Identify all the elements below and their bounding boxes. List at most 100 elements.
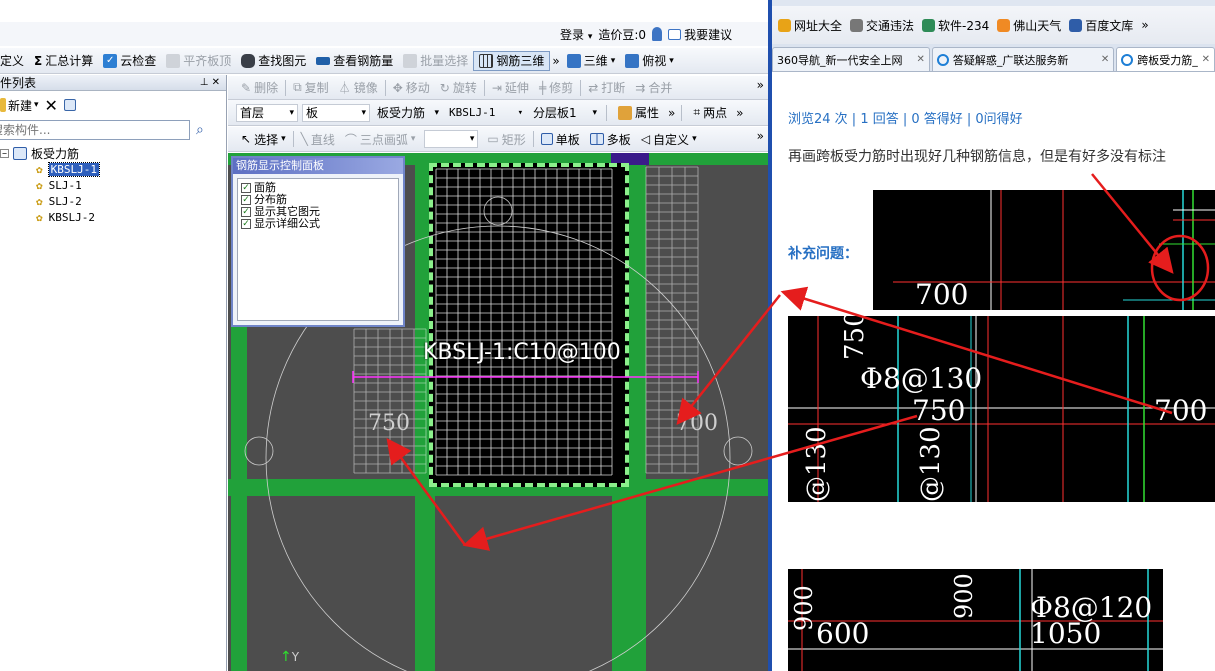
flat-top-button[interactable]: 平齐板顶 [161, 48, 236, 73]
summary-button[interactable]: Σ 汇总计算 [29, 48, 98, 73]
new-button[interactable]: 新建 ▾ [0, 97, 39, 114]
rotate-button[interactable]: ↻ 旋转 [435, 76, 482, 99]
view-3d-dropdown[interactable]: 三维 ▾ [562, 48, 621, 73]
close-icon[interactable]: ✕ [1202, 54, 1210, 65]
tab-favicon-icon [936, 53, 949, 66]
collapse-icon[interactable]: − [0, 148, 9, 158]
dim-right-label: 700 [676, 411, 718, 436]
drawing-canvas[interactable]: KBSLJ-1:C10@100 750 700 ↑Y 钢筋显示控制面板 ✓ 面筋 ✓… [228, 153, 770, 671]
merge-icon: ⇉ [635, 80, 646, 95]
multi-board-icon [589, 133, 604, 145]
more-chevron[interactable]: » [736, 106, 743, 120]
top-status-bar: 登录 ▾ 造价豆:0 我要建议 [0, 22, 770, 46]
bookmark-link[interactable]: 百度文库 [1069, 17, 1133, 34]
cost-beans: 造价豆:0 [598, 27, 647, 42]
browser-tab[interactable]: 跨板受力筋_广✕ [1116, 47, 1215, 71]
close-icon[interactable]: ✕ [1101, 54, 1109, 65]
select-button[interactable]: ↖ 选择 ▾ [236, 127, 291, 151]
rebar-display-panel: 钢筋显示控制面板 ✓ 面筋 ✓ 分布筋 ✓ 显示其它图元 ✓ 显示详细公式 [231, 156, 405, 327]
three-point-arc-button[interactable]: ⌒ 三点画弧 ▾ [340, 127, 421, 151]
copy-button[interactable]: ⧉ 复制 [288, 76, 334, 99]
gear-icon: ✿ [36, 210, 43, 224]
delete-icon[interactable]: ✕ [45, 96, 58, 115]
trim-button[interactable]: ╪ 修剪 [534, 76, 578, 99]
two-points-button[interactable]: ⌗ 两点 [688, 100, 732, 125]
mirror-icon: ⏃ [338, 81, 351, 95]
find-element-button[interactable]: 查找图元 [236, 48, 311, 73]
search-icon[interactable]: ⌕ [196, 122, 204, 138]
type-select[interactable]: 板受力筋 ▾ [374, 104, 442, 122]
options-box: ✓ 面筋 ✓ 分布筋 ✓ 显示其它图元 ✓ 显示详细公式 [237, 178, 399, 321]
properties-button[interactable]: 属性 [613, 100, 664, 125]
tree-item[interactable]: ✿ KBSLJ-1 [0, 161, 226, 177]
top-view-dropdown[interactable]: 俯视 ▾ [620, 48, 679, 73]
line-button[interactable]: ╲ 直线 [296, 127, 340, 151]
view-rebar-button[interactable]: 查看钢筋量 [311, 48, 398, 73]
batch-select-button[interactable]: 批量选择 [398, 48, 473, 73]
rebar-grid-middle [435, 168, 613, 476]
login-dropdown[interactable]: 登录 ▾ [560, 26, 592, 43]
delete-button[interactable]: ✎ 删除 [236, 76, 283, 99]
cad-dim-700: 700 [915, 278, 969, 310]
more-chevron[interactable]: » [550, 48, 561, 73]
rect-icon: ▭ [487, 132, 499, 146]
check-icon: ✓ [103, 53, 118, 68]
arc-param-select[interactable]: ▾ [424, 130, 479, 148]
flat-top-icon [166, 53, 181, 68]
cloud-check-button[interactable]: ✓ 云检查 [98, 48, 161, 73]
mirror-button[interactable]: ⏃ 镜像 [334, 76, 383, 99]
tree-root[interactable]: − 板受力筋 [0, 145, 226, 161]
define-button[interactable]: 定义 [0, 48, 29, 73]
checkbox-checked-icon[interactable]: ✓ [241, 195, 251, 205]
more-chevron[interactable]: » [757, 129, 764, 143]
copy-icon[interactable] [63, 99, 76, 111]
feedback-button[interactable]: 我要建议 [668, 22, 732, 46]
category-select[interactable]: 板 ▾ [302, 103, 370, 122]
y-axis-icon: ↑Y [280, 649, 300, 665]
pin-icon[interactable]: ⊥ ✕ [200, 77, 220, 88]
rebar-option[interactable]: ✓ 显示详细公式 [241, 218, 395, 230]
multi-board-button[interactable]: 多板 [585, 127, 636, 151]
line-icon: ╲ [300, 132, 308, 146]
search-input[interactable] [0, 120, 190, 140]
bookmark-icon [1069, 18, 1083, 32]
element-select[interactable]: KBSLJ-1 ▾ [446, 104, 526, 122]
single-board-button[interactable]: 单板 [536, 127, 585, 151]
merge-button[interactable]: ⇉ 合并 [630, 76, 677, 99]
extend-icon: ⇥ [491, 80, 502, 95]
checkbox-checked-icon[interactable]: ✓ [241, 207, 251, 217]
bookmark-link[interactable]: 软件-234 [922, 17, 989, 34]
floor-select[interactable]: 首层 ▾ [236, 103, 298, 122]
gear-icon: ✿ [36, 162, 43, 176]
break-button[interactable]: ⇄ 打断 [583, 76, 630, 99]
browser-tab[interactable]: 答疑解惑_广联达服务新 ✕ [931, 47, 1115, 71]
binoculars-icon [241, 53, 256, 68]
supplement-heading: 补充问题： [788, 246, 858, 262]
custom-button[interactable]: ◁ 自定义 ▾ [636, 127, 702, 151]
properties-icon [618, 105, 632, 120]
extend-button[interactable]: ⇥ 延伸 [487, 76, 534, 99]
checkbox-checked-icon[interactable]: ✓ [241, 219, 251, 229]
rect-button[interactable]: ▭ 矩形 [482, 127, 530, 151]
browser-tab[interactable]: 360导航_新一代安全上网 ✕ [772, 47, 930, 71]
tree-item[interactable]: ✿ KBSLJ-2 [0, 209, 226, 225]
rebar-3d-button[interactable]: 钢筋三维 [473, 50, 551, 71]
checkbox-checked-icon[interactable]: ✓ [241, 183, 251, 193]
more-chevron[interactable]: » [1141, 18, 1148, 32]
rotate-icon: ↻ [439, 80, 450, 95]
close-icon[interactable]: ✕ [916, 54, 924, 65]
tree-item[interactable]: ✿ SLJ-2 [0, 193, 226, 209]
more-chevron[interactable]: » [668, 106, 675, 120]
bell-icon[interactable] [652, 27, 663, 41]
edit-toolbar: ✎ 删除 ⧉ 复制 ⏃ 镜像 ✥ 移动 ↻ 旋转 ⇥ 延伸 ╪ 修剪 ⇄ 打断 ⇉ 合并 » [228, 76, 770, 100]
more-chevron[interactable]: » [757, 78, 764, 92]
tree-item[interactable]: ✿ SLJ-1 [0, 177, 226, 193]
bookmark-link[interactable]: 网址大全 [778, 17, 842, 34]
grip-circle-top [483, 196, 513, 226]
move-button[interactable]: ✥ 移动 [388, 76, 435, 99]
sublayer-select[interactable]: 分层板1 ▾ [530, 104, 600, 122]
grip-circle-left [244, 436, 274, 466]
bookmark-link[interactable]: 交通违法 [850, 17, 914, 34]
arc-icon: ⌒ [344, 132, 357, 147]
bookmark-link[interactable]: 佛山天气 [997, 17, 1061, 34]
